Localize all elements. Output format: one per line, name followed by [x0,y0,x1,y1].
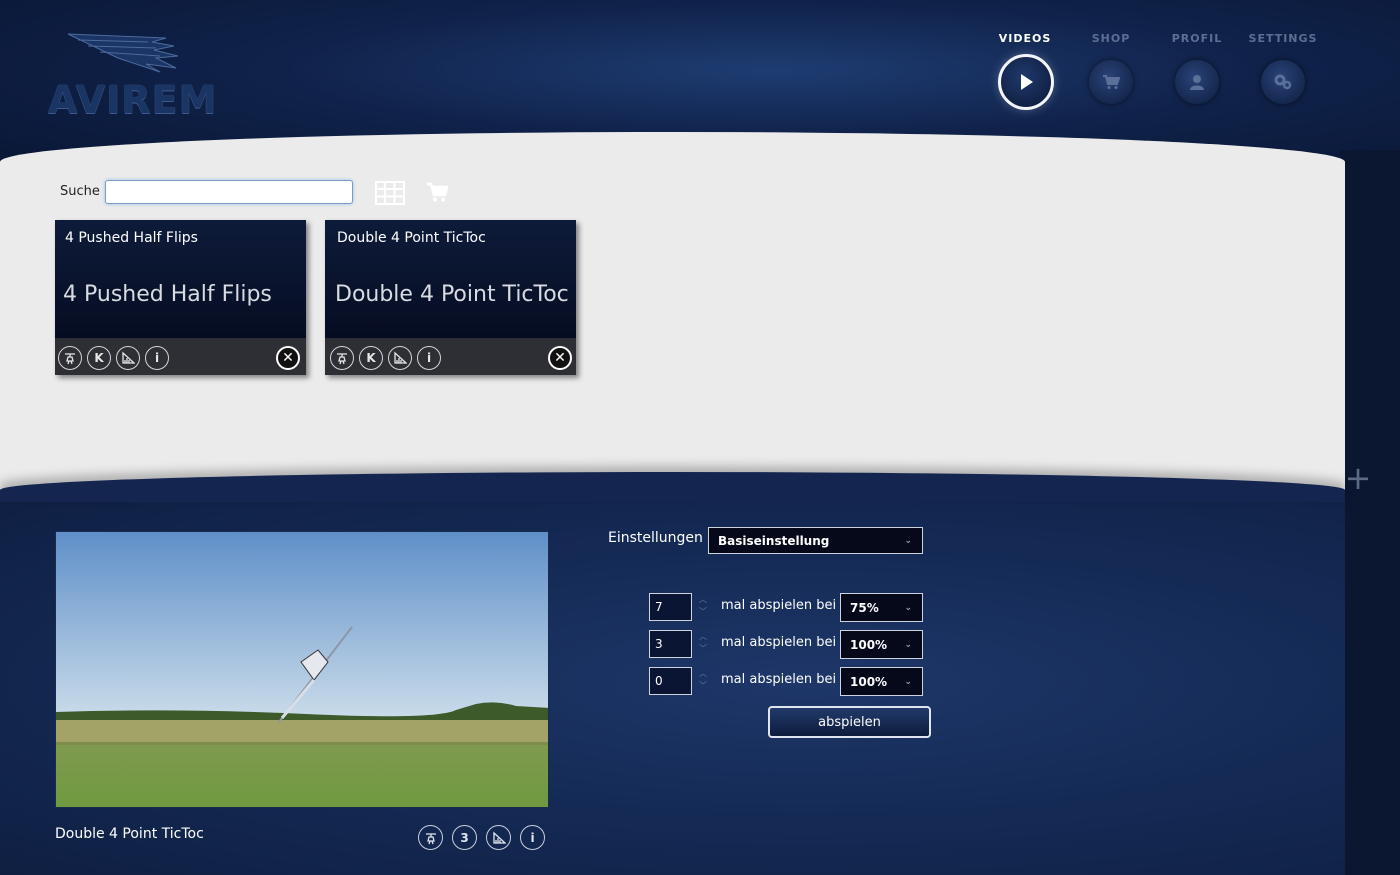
preset-select-value: Basiseinstellung [718,533,830,548]
helicopter-icon[interactable] [418,825,443,850]
preset-select[interactable]: Basiseinstellung ⌄ [708,527,923,554]
video-preview[interactable] [55,531,549,808]
play-button[interactable]: abspielen [768,706,931,738]
chevron-down-icon: ⌄ [904,602,912,613]
chart-icon[interactable] [486,825,511,850]
number-badge-icon[interactable]: 3 [452,825,477,850]
avirem-logo[interactable]: AVIREM [48,28,216,122]
repeat-count-input[interactable]: 7 [649,593,692,621]
preview-title: Double 4 Point TicToc [55,826,204,842]
chevron-down-icon: ⌄ [904,639,912,650]
info-icon[interactable]: i [417,346,441,370]
helicopter-icon[interactable] [58,346,82,370]
video-card-thumb-title: 4 Pushed Half Flips [63,282,272,307]
nav-shop-label: SHOP [1091,32,1131,45]
right-side-strip [1340,150,1400,875]
gear-icon [1274,74,1292,90]
video-card-title: 4 Pushed Half Flips [65,230,198,246]
search-label: Suche [60,184,100,199]
grid-view-icon[interactable] [375,181,405,205]
logo-text: AVIREM [48,78,218,122]
video-card-title: Double 4 Point TicToc [337,230,486,246]
nav-profil[interactable]: PROFIL [1157,32,1237,104]
nav-videos-label: VIDEOS [998,32,1052,45]
play-icon [1021,74,1033,90]
repeat-label: mal abspielen bei [721,672,837,687]
count-stepper[interactable]: ︿ ﹀ [697,668,709,696]
video-card[interactable]: 4 Pushed Half Flips 4 Pushed Half Flips … [55,220,306,375]
helicopter-scene-image [56,532,548,807]
video-card[interactable]: Double 4 Point TicToc Double 4 Point Tic… [325,220,576,375]
nav-profil-label: PROFIL [1171,32,1223,45]
nav-profil-button[interactable] [1175,60,1219,104]
video-card-toolbar: K i ✕ [55,338,306,375]
nav-videos-button[interactable] [998,54,1054,110]
plus-icon[interactable]: + [1343,460,1373,496]
k-badge-icon[interactable]: K [87,346,111,370]
chart-icon[interactable] [388,346,412,370]
chevron-down-icon: ⌄ [904,535,912,546]
k-badge-icon[interactable]: K [359,346,383,370]
chart-icon[interactable] [116,346,140,370]
video-card-toolbar: K i ✕ [325,338,576,375]
speed-select[interactable]: 100% ⌄ [840,630,923,659]
speed-select[interactable]: 100% ⌄ [840,667,923,696]
cart-filter-icon[interactable] [426,181,448,203]
close-icon[interactable]: ✕ [276,346,300,370]
close-icon[interactable]: ✕ [548,346,572,370]
cart-icon [1103,75,1120,89]
panel-divider [0,472,1345,502]
video-card-thumb-title: Double 4 Point TicToc [335,282,569,307]
count-stepper[interactable]: ︿ ﹀ [697,594,709,622]
speed-select[interactable]: 75% ⌄ [840,593,923,622]
user-icon [1190,75,1204,90]
chevron-down-icon: ⌄ [904,676,912,687]
repeat-count-input[interactable]: 3 [649,630,692,658]
nav-settings[interactable]: SETTINGS [1243,32,1323,104]
count-stepper[interactable]: ︿ ﹀ [697,631,709,659]
nav-videos[interactable]: VIDEOS [985,32,1065,110]
settings-label: Einstellungen [608,530,703,546]
repeat-label: mal abspielen bei [721,635,837,650]
nav-shop[interactable]: SHOP [1071,32,1151,104]
search-input[interactable] [105,180,353,204]
info-icon[interactable]: i [520,825,545,850]
nav-settings-label: SETTINGS [1248,32,1318,45]
speed-select-value: 100% [850,674,888,689]
info-icon[interactable]: i [145,346,169,370]
nav-settings-button[interactable] [1261,60,1305,104]
nav-shop-button[interactable] [1089,60,1133,104]
repeat-label: mal abspielen bei [721,598,837,613]
speed-select-value: 100% [850,637,888,652]
speed-select-value: 75% [850,600,879,615]
repeat-count-input[interactable]: 0 [649,667,692,695]
helicopter-icon[interactable] [330,346,354,370]
